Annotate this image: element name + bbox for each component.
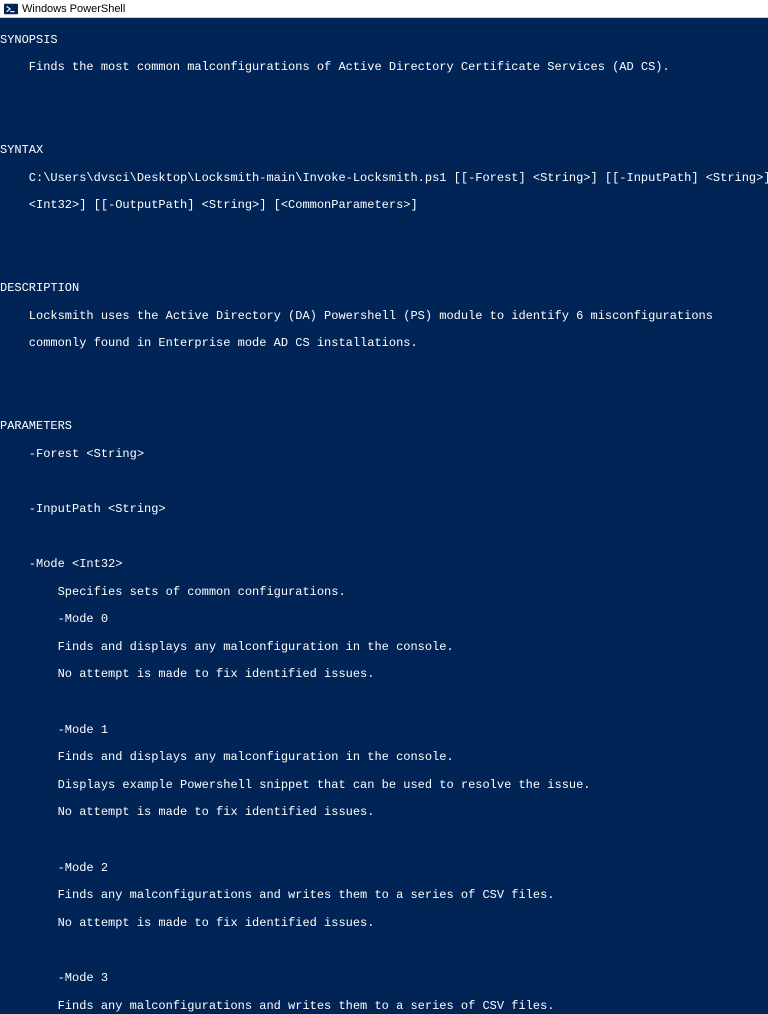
text-line: Locksmith uses the Active Directory (DA)… — [0, 310, 768, 324]
window-title: Windows PowerShell — [22, 3, 125, 15]
text-line: Finds any malconfigurations and writes t… — [0, 889, 768, 903]
text-line: C:\Users\dvsci\Desktop\Locksmith-main\In… — [0, 172, 768, 186]
text-line: Finds the most common malconfigurations … — [0, 61, 768, 75]
text-line: commonly found in Enterprise mode AD CS … — [0, 337, 768, 351]
text-line: No attempt is made to fix identified iss… — [0, 806, 768, 820]
param-name: -Mode <Int32> — [0, 558, 768, 572]
text-line: Specifies sets of common configurations. — [0, 586, 768, 600]
text-line: No attempt is made to fix identified iss… — [0, 917, 768, 931]
text-line: No attempt is made to fix identified iss… — [0, 668, 768, 682]
text-line: Finds and displays any malconfiguration … — [0, 641, 768, 655]
blank-line — [0, 530, 768, 544]
text-line: -Mode 2 — [0, 862, 768, 876]
text-line: Displays example Powershell snippet that… — [0, 779, 768, 793]
text-line: -Mode 0 — [0, 613, 768, 627]
text-line: <Int32>] [[-OutputPath] <String>] [<Comm… — [0, 199, 768, 213]
blank-line — [0, 89, 768, 103]
window-titlebar[interactable]: Windows PowerShell — [0, 0, 768, 18]
blank-line — [0, 393, 768, 407]
powershell-icon — [4, 2, 18, 16]
blank-line — [0, 475, 768, 489]
blank-line — [0, 834, 768, 848]
blank-line — [0, 696, 768, 710]
section-header: SYNTAX — [0, 144, 768, 158]
terminal-output[interactable]: SYNOPSIS Finds the most common malconfig… — [0, 18, 768, 1014]
param-name: -Forest <String> — [0, 448, 768, 462]
section-header: SYNOPSIS — [0, 34, 768, 48]
blank-line — [0, 255, 768, 269]
blank-line — [0, 117, 768, 131]
text-line: Finds and displays any malconfiguration … — [0, 751, 768, 765]
blank-line — [0, 365, 768, 379]
section-header: PARAMETERS — [0, 420, 768, 434]
blank-line — [0, 944, 768, 958]
text-line: Finds any malconfigurations and writes t… — [0, 1000, 768, 1014]
blank-line — [0, 227, 768, 241]
param-name: -InputPath <String> — [0, 503, 768, 517]
section-header: DESCRIPTION — [0, 282, 768, 296]
text-line: -Mode 3 — [0, 972, 768, 986]
text-line: -Mode 1 — [0, 724, 768, 738]
